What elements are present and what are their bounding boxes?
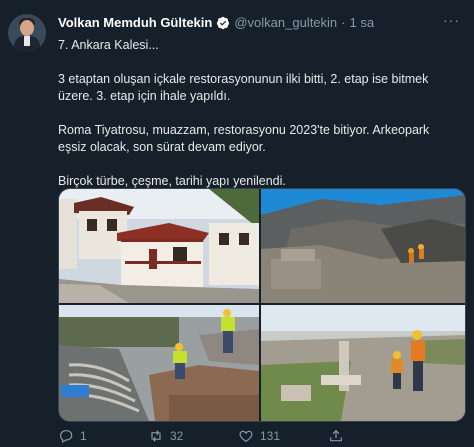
photo-houses[interactable] <box>59 189 259 303</box>
reply-count: 1 <box>80 429 87 443</box>
share-button[interactable] <box>328 428 418 444</box>
separator-dot: · <box>341 15 346 30</box>
tweet-paragraph: Roma Tiyatrosu, muazzam, restorasyonu 20… <box>58 123 430 154</box>
tweet-actions: 1 32 131 <box>58 428 458 444</box>
retweet-count: 32 <box>170 429 184 443</box>
author-name[interactable]: Volkan Memduh Gültekin <box>58 15 212 30</box>
tweet-time[interactable]: 1 sa <box>350 15 375 30</box>
tweet[interactable]: Volkan Memduh Gültekin @volkan_gultekin … <box>0 0 474 447</box>
more-options-icon[interactable]: ··· <box>443 12 460 28</box>
share-icon <box>330 429 342 442</box>
tweet-header: Volkan Memduh Gültekin @volkan_gultekin … <box>58 15 374 30</box>
tweet-text: 7. Ankara Kalesi... 3 etaptan oluşan içk… <box>58 37 458 190</box>
like-count: 131 <box>260 429 281 443</box>
like-button[interactable]: 131 <box>238 428 328 444</box>
photo-excavation[interactable] <box>261 189 465 303</box>
reply-button[interactable]: 1 <box>58 428 148 444</box>
verified-badge-icon <box>216 16 230 30</box>
heart-icon <box>239 430 253 443</box>
author-handle[interactable]: @volkan_gultekin <box>234 15 337 30</box>
tweet-paragraph: 3 etaptan oluşan içkale restorasyonunun … <box>58 72 429 103</box>
tweet-paragraph: 7. Ankara Kalesi... <box>58 38 159 52</box>
retweet-icon <box>151 430 161 442</box>
media-grid <box>58 188 466 422</box>
avatar[interactable] <box>8 14 46 52</box>
reply-icon <box>60 430 73 444</box>
photo-arkeopark[interactable] <box>261 305 465 421</box>
photo-roman-theatre[interactable] <box>59 305 259 421</box>
retweet-button[interactable]: 32 <box>148 428 238 444</box>
